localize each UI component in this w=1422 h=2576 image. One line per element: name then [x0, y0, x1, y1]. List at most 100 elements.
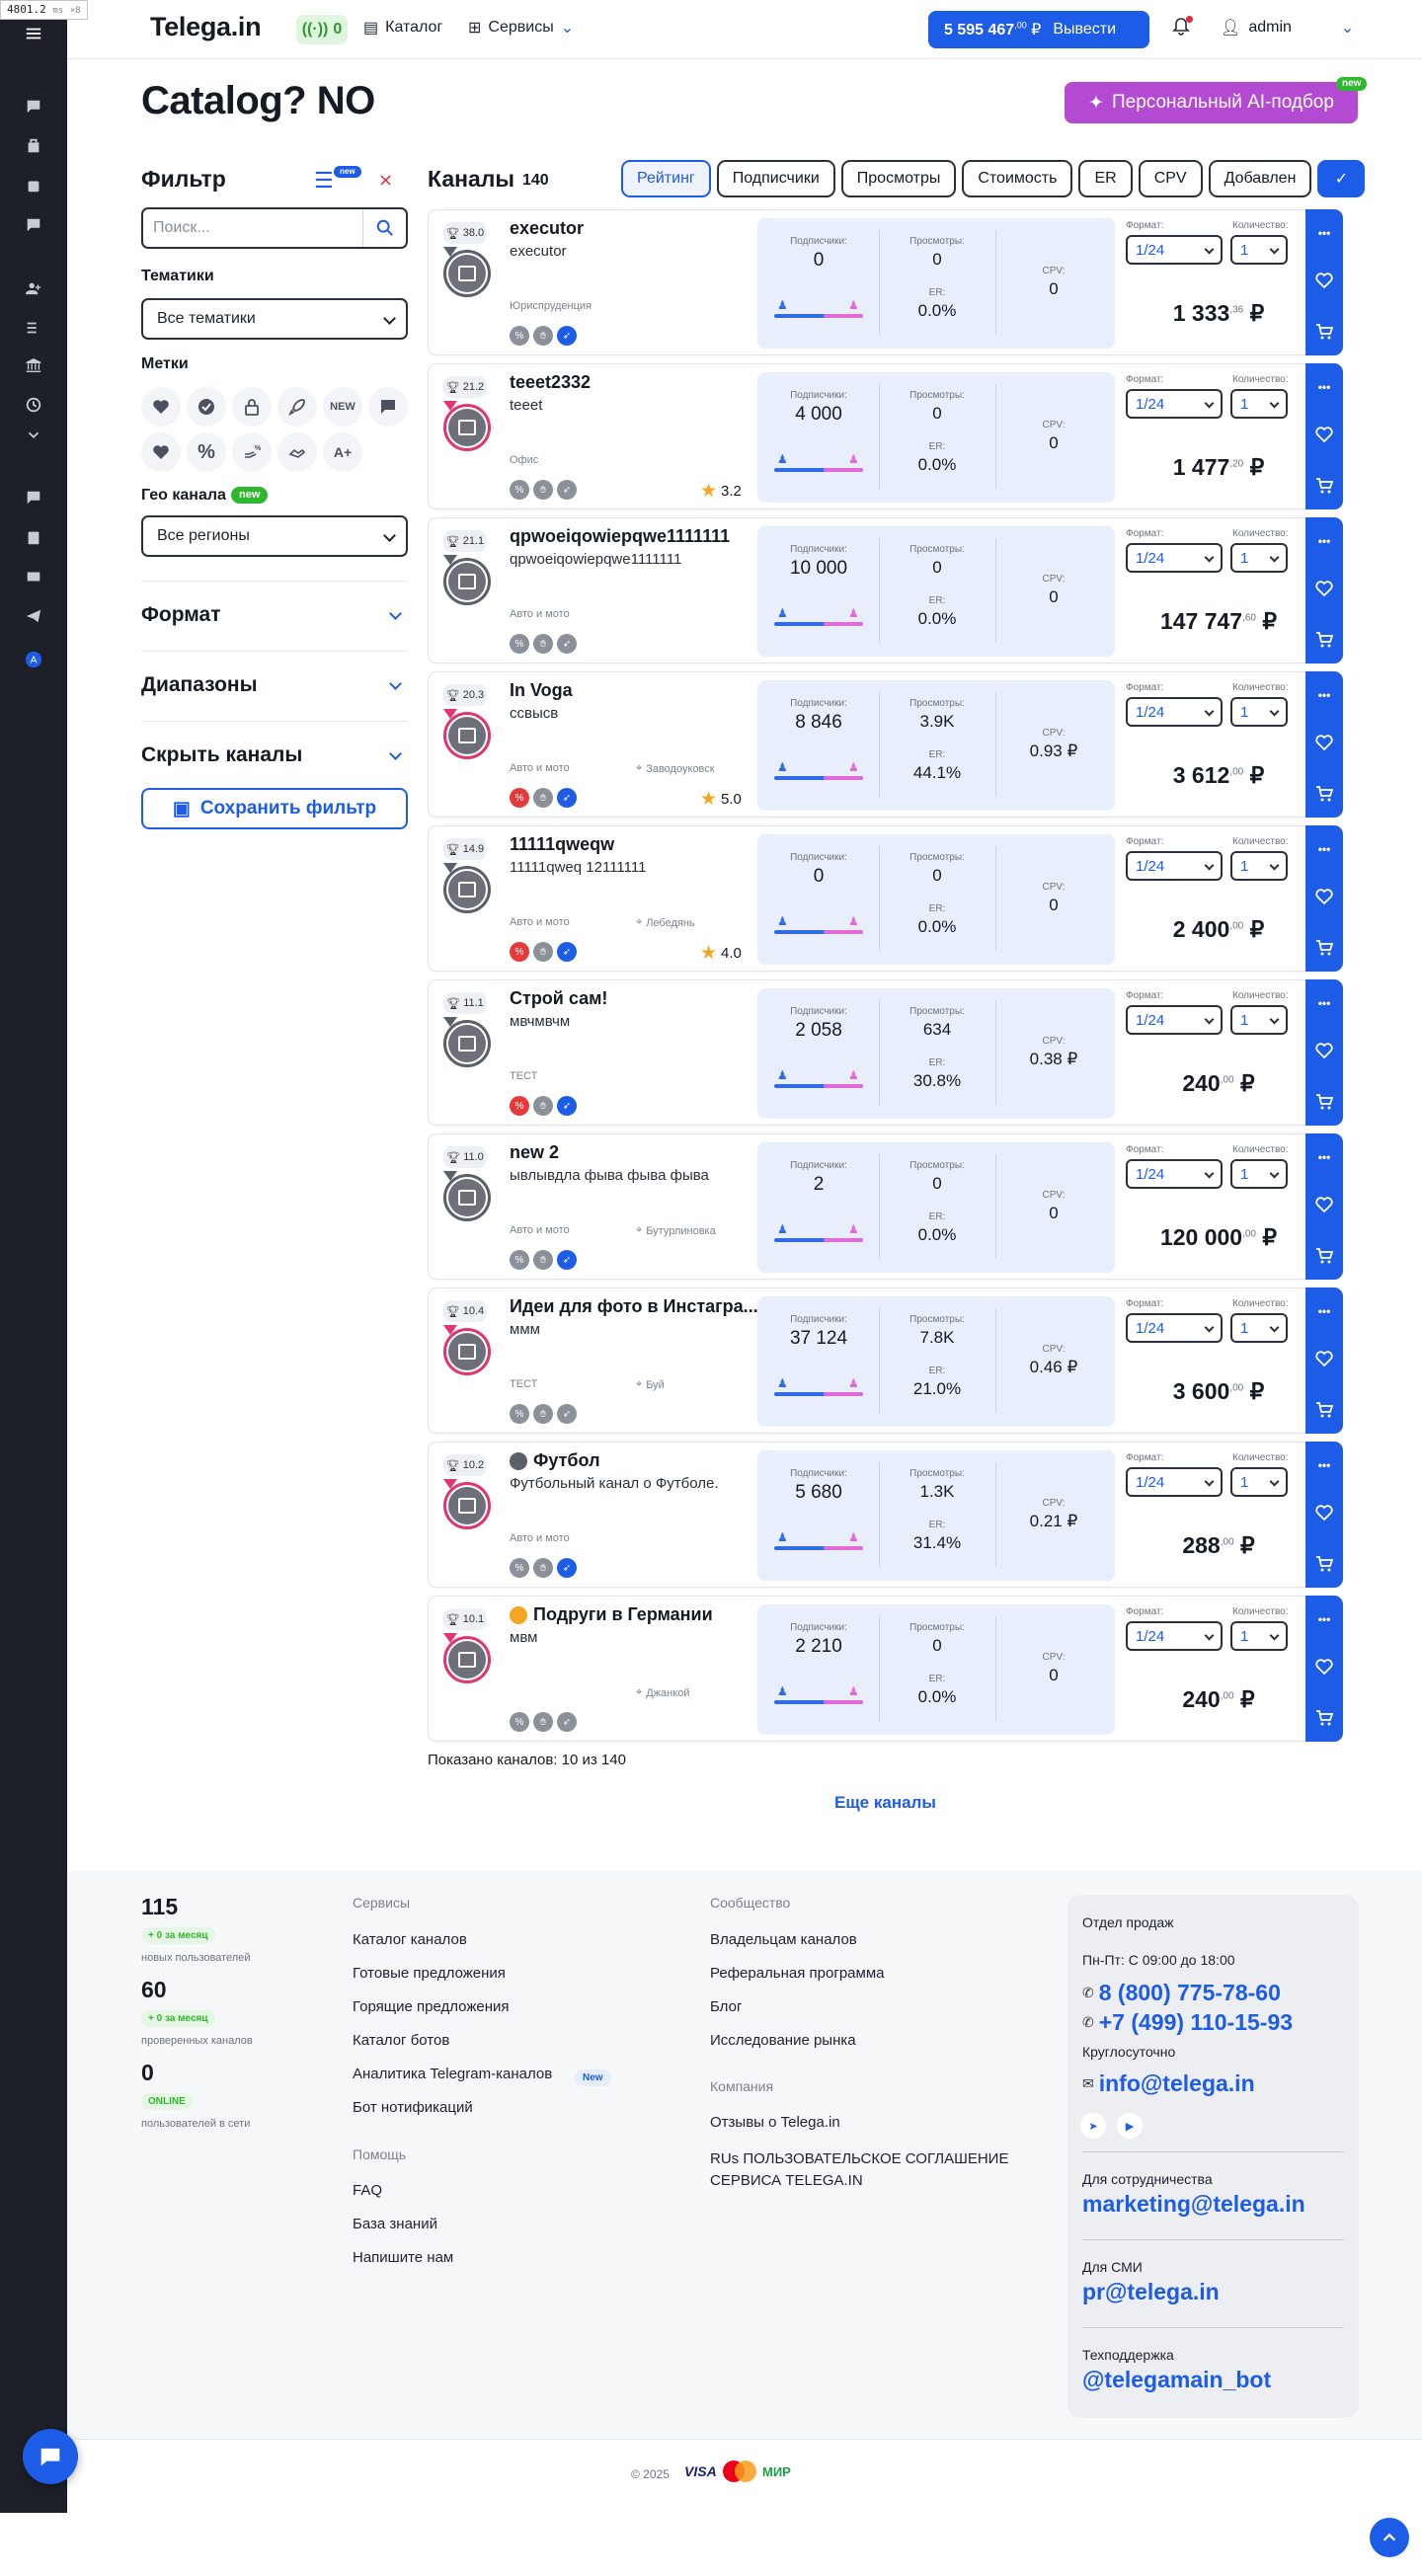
channel-card[interactable]: 🏆︎ 21.1 qpwoeiqowiepqwe1111111 qpwoeiqowi… — [428, 517, 1343, 664]
sort-1[interactable]: Подписчики — [716, 160, 835, 197]
sort-3[interactable]: Стоимость — [962, 160, 1073, 197]
book-icon[interactable] — [22, 565, 45, 588]
community-link[interactable]: Владельцам каналов — [710, 1931, 857, 1948]
channel-card[interactable]: 🏆︎ 38.0 executor executor Юриспруденция %… — [428, 209, 1343, 355]
services-link[interactable]: Горящие предложения — [353, 1998, 509, 2015]
nav-catalog[interactable]: ▤ Каталог — [363, 18, 442, 38]
lock-tag-icon[interactable] — [232, 387, 272, 427]
heart-tag-icon[interactable] — [141, 387, 181, 427]
more-icon[interactable]: ••• — [1314, 1147, 1334, 1167]
avatar-icon[interactable]: A — [22, 648, 45, 671]
sort-2[interactable]: Просмотры — [840, 160, 957, 197]
qty-select[interactable]: 1 — [1230, 1313, 1288, 1343]
qty-select[interactable]: 1 — [1230, 235, 1288, 265]
format-select[interactable]: 1/24 — [1126, 389, 1223, 419]
format-select[interactable]: 1/24 — [1126, 1621, 1223, 1651]
channel-name[interactable]: Строй сам! — [510, 988, 607, 1009]
services-link[interactable]: Каталог каналов — [353, 1931, 467, 1948]
heart-icon[interactable] — [1314, 1657, 1334, 1677]
channel-card[interactable]: 🏆︎ 20.3 In Voga ссвысв Авто и мото ⌖ Завод… — [428, 671, 1343, 818]
cart-icon[interactable] — [1314, 1554, 1334, 1574]
channel-name[interactable]: Идеи для фото в Инстагра... — [510, 1296, 758, 1317]
format-select[interactable]: 1/24 — [1126, 1159, 1223, 1189]
phone-1[interactable]: ✆ 8 (800) 775-78-60 — [1082, 1980, 1281, 2006]
heart-icon[interactable] — [1314, 425, 1334, 444]
channel-name[interactable]: executor — [510, 218, 584, 239]
comment-icon[interactable] — [22, 486, 45, 509]
channel-avatar[interactable] — [443, 1171, 491, 1221]
email-link[interactable]: ✉ info@telega.in — [1082, 2070, 1255, 2097]
telegram-social-icon[interactable]: ➤ — [1080, 2113, 1106, 2139]
channel-name[interactable]: Футбол — [510, 1450, 600, 1471]
more-icon[interactable]: ••• — [1314, 377, 1334, 397]
cart-icon[interactable] — [1314, 630, 1334, 650]
qty-select[interactable]: 1 — [1230, 543, 1288, 573]
qty-select[interactable]: 1 — [1230, 851, 1288, 881]
topics-select[interactable]: Все тематики — [141, 298, 408, 340]
heart-icon[interactable] — [1314, 1503, 1334, 1522]
channel-avatar[interactable] — [443, 1017, 491, 1067]
sort-4[interactable]: ER — [1078, 160, 1133, 197]
like-tag-icon[interactable] — [141, 432, 181, 472]
chevron-down-icon[interactable] — [22, 423, 45, 446]
qty-select[interactable]: 1 — [1230, 1621, 1288, 1651]
channel-card[interactable]: 🏆︎ 14.9 11111qweqw 11111qweq 12111111 Авт… — [428, 825, 1343, 972]
format-select[interactable]: 1/24 — [1126, 235, 1223, 265]
services-link[interactable]: Бот нотификаций — [353, 2099, 473, 2116]
ai-selection-button[interactable]: ✦ Персональный AI-подбор — [1065, 82, 1358, 123]
user-menu[interactable]: 👤︎ admin ⌄ — [1221, 18, 1354, 38]
heart-icon[interactable] — [1314, 579, 1334, 598]
more-icon[interactable]: ••• — [1314, 1455, 1334, 1475]
chat-icon[interactable] — [22, 95, 45, 118]
channel-avatar[interactable] — [443, 863, 491, 913]
company-link[interactable]: RUs ПОЛЬЗОВАТЕЛЬСКОЕ СОГЛАШЕНИЕ — [710, 2150, 1008, 2167]
menu-icon[interactable] — [22, 22, 45, 45]
add-user-icon[interactable] — [22, 276, 45, 300]
channel-card[interactable]: 🏆︎ 10.1 Подруги в Германии мвм ⌖ Джанкой %… — [428, 1596, 1343, 1742]
qty-select[interactable]: 1 — [1230, 1005, 1288, 1035]
channel-avatar[interactable] — [443, 401, 491, 451]
channel-avatar[interactable] — [443, 1633, 491, 1683]
sliders-icon[interactable]: ☰ — [314, 168, 334, 194]
company-link[interactable]: СЕРВИСА TELEGA.IN — [710, 2172, 863, 2189]
format-select[interactable]: 1/24 — [1126, 1467, 1223, 1497]
more-icon[interactable]: ••• — [1314, 1301, 1334, 1321]
heart-icon[interactable] — [1314, 887, 1334, 906]
heart-icon[interactable] — [1314, 271, 1334, 290]
notifications-pill[interactable]: ((·)) 0 — [296, 15, 348, 44]
format-accordion[interactable]: Формат — [141, 581, 408, 652]
handshake-tag-icon[interactable] — [277, 432, 317, 472]
channel-card[interactable]: 🏆︎ 11.1 Строй сам! мвчмвчм ТЕСТ % ✋︎ ➶ Подп… — [428, 979, 1343, 1126]
geo-select[interactable]: Все регионы — [141, 515, 408, 557]
qty-select[interactable]: 1 — [1230, 1159, 1288, 1189]
channel-name[interactable]: Подруги в Германии — [510, 1604, 713, 1625]
search-input[interactable]: Поиск... — [141, 207, 408, 249]
clipboard-icon[interactable] — [22, 525, 45, 549]
channel-avatar[interactable] — [443, 555, 491, 605]
scroll-top-button[interactable] — [1370, 2518, 1409, 2557]
channel-avatar[interactable] — [443, 1325, 491, 1375]
company-link[interactable]: Отзывы о Telega.in — [710, 2114, 840, 2131]
clear-filter-icon[interactable]: ⨯ — [378, 170, 393, 191]
channel-name[interactable]: teeet2332 — [510, 372, 591, 393]
sort-5[interactable]: CPV — [1138, 160, 1203, 197]
nav-services[interactable]: ⊞ Сервисы ⌄ — [468, 18, 574, 38]
marketing-link[interactable]: marketing@telega.in — [1082, 2191, 1305, 2218]
channel-card[interactable]: 🏆︎ 11.0 new 2 ывлывдла фыва фыва фыва Авт… — [428, 1133, 1343, 1280]
channel-name[interactable]: qpwoeiqowiepqwe1111111 — [510, 526, 730, 547]
cart-icon[interactable] — [1314, 1400, 1334, 1420]
cart-icon[interactable] — [1314, 784, 1334, 804]
grade-tag[interactable]: A+ — [323, 432, 362, 472]
channel-card[interactable]: 🏆︎ 10.2 Футбол Футбольный канал о Футболе… — [428, 1442, 1343, 1588]
help-link[interactable]: База знаний — [353, 2216, 437, 2232]
qty-select[interactable]: 1 — [1230, 1467, 1288, 1497]
bell-icon[interactable] — [1171, 16, 1193, 39]
press-link[interactable]: pr@telega.in — [1082, 2279, 1220, 2305]
heart-icon[interactable] — [1314, 1041, 1334, 1060]
more-icon[interactable]: ••• — [1314, 531, 1334, 551]
cart-icon[interactable] — [1314, 322, 1334, 342]
channel-card[interactable]: 🏆︎ 21.2 teeet2332 teeet Офис % ✋︎ ➶ ★ 3.2 По… — [428, 363, 1343, 509]
channel-card[interactable]: 🏆︎ 10.4 Идеи для фото в Инстагра... ммм Т… — [428, 1288, 1343, 1434]
services-link[interactable]: Каталог ботов — [353, 2032, 449, 2049]
balance-button[interactable]: 5 595 467,00 ₽ Вывести — [928, 11, 1149, 48]
